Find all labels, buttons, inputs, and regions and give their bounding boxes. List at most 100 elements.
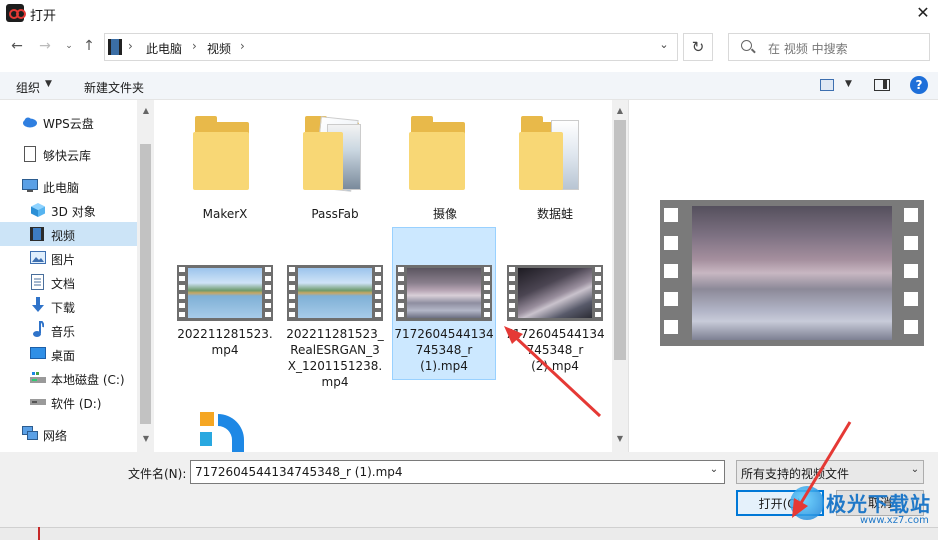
video-folder-icon [108,39,122,55]
sidebar-item-wps-cloud[interactable]: WPS云盘 [0,110,137,134]
sidebar-item-this-pc[interactable]: 此电脑 [0,174,137,198]
folder-name: PassFab [311,207,359,221]
breadcrumb-this-pc[interactable]: 此电脑 [146,40,182,57]
title-bar [0,0,938,28]
view-options-icon[interactable] [820,79,834,91]
view-caret-icon[interactable]: ▼ [845,79,852,89]
sidebar-item-gokuai[interactable]: 够快云库 [0,142,137,166]
background-marker [38,527,40,540]
organize-caret-icon[interactable]: ▼ [45,79,52,89]
sidebar-item-pictures[interactable]: 图片 [0,246,137,270]
drive-icon [30,399,46,405]
desktop-icon [30,347,46,359]
folder-item[interactable]: 摄像 [385,108,489,226]
filetype-select[interactable]: 所有支持的视频文件 [736,460,924,484]
folder-front [519,132,563,190]
video-file-item-selected[interactable]: 7172604544134 745348_r (1).mp4 [392,227,496,380]
folder-front [193,132,249,190]
folder-item[interactable]: PassFab [283,108,387,226]
file-name-line: 202211281523. [177,327,273,341]
file-name-line: 7172604544134 [505,327,605,341]
sidebar-item-network[interactable]: 网络 [0,422,137,446]
filetype-dropdown-icon[interactable]: ⌄ [908,464,922,480]
document-icon [24,146,36,162]
watermark-logo-icon [790,486,824,520]
sidebar-item-label: 够快云库 [43,149,92,163]
folder-item[interactable]: 数据蛙 [503,108,607,226]
refresh-button[interactable]: ↻ [683,33,713,61]
video-file-item[interactable]: 7172604544134 745348_r (2).mp4 [503,228,607,380]
background-strip [0,527,938,540]
sidebar-item-drive-d[interactable]: 软件 (D:) [0,390,137,414]
sidebar-item-label: 本地磁盘 (C:) [51,373,125,387]
sidebar-item-downloads[interactable]: 下载 [0,294,137,318]
folder-name: 摄像 [432,207,457,221]
sidebar-item-label: 软件 (D:) [51,397,102,411]
file-name: 202211281523. mp4 [173,326,277,358]
sidebar-item-label: 网络 [43,429,68,443]
picture-icon [30,251,46,264]
sidebar-item-label: 3D 对象 [51,205,96,219]
close-icon[interactable]: ✕ [912,3,934,23]
file-list-scroll-thumb[interactable] [614,120,626,360]
app-file-icon[interactable] [196,410,256,452]
watermark-title: 极光下载站 [826,492,931,516]
sidebar-item-label: 文档 [51,277,76,291]
folder-front [409,132,465,190]
address-bar[interactable] [104,33,678,61]
video-file-item[interactable]: 202211281523. mp4 [173,228,277,380]
forward-arrow-icon[interactable]: → [36,38,54,56]
search-input[interactable]: 在 视频 中搜索 [768,40,848,57]
scroll-up-icon[interactable]: ▲ [614,106,626,115]
preview-thumbnail [660,200,924,346]
scroll-down-icon[interactable]: ▼ [614,434,626,443]
file-name-line: mp4 [211,343,239,357]
scroll-up-icon[interactable]: ▲ [140,106,152,115]
network-icon [22,426,38,440]
sidebar-item-videos[interactable]: 视频 [0,222,137,246]
filename-label: 文件名(N): [128,467,187,481]
download-icon [32,297,44,312]
video-file-item[interactable]: 202211281523_ RealESRGAN_3 X_1201151238.… [283,228,387,396]
chevron-right-icon[interactable]: › [240,39,245,53]
file-name: 202211281523_ RealESRGAN_3 X_1201151238.… [283,326,387,390]
file-name: 7172604544134 745348_r (1).mp4 [392,326,496,374]
up-arrow-icon[interactable]: ↑ [80,38,98,56]
film-holes [660,204,680,342]
sidebar-item-desktop[interactable]: 桌面 [0,342,137,366]
breadcrumb-videos[interactable]: 视频 [207,40,231,57]
video-icon [30,227,44,241]
filename-dropdown-icon[interactable]: ⌄ [707,464,721,480]
sidebar-scroll-thumb[interactable] [140,144,151,424]
scroll-down-icon[interactable]: ▼ [140,434,152,443]
file-name-line: 7172604544134 [394,327,494,341]
video-thumbnail [507,265,603,321]
sidebar-item-label: 音乐 [51,325,76,339]
file-name: 7172604544134 745348_r (2).mp4 [503,326,607,374]
sidebar-item-music[interactable]: 音乐 [0,318,137,342]
help-icon[interactable]: ? [910,76,928,94]
file-name-line: mp4 [321,375,349,389]
filename-input[interactable]: 7172604544134745348_r (1).mp4 [190,460,725,484]
recent-locations-chevron-icon[interactable]: ⌄ [60,41,78,59]
organize-menu[interactable]: 组织 [16,79,40,96]
address-dropdown-icon[interactable]: ⌄ [656,38,672,56]
sidebar-item-documents[interactable]: 文档 [0,270,137,294]
file-name-line: RealESRGAN_3 [290,343,380,357]
folder-name: 数据蛙 [536,207,573,221]
folder-item[interactable]: MakerX [173,108,277,226]
sidebar-item-drive-c[interactable]: 本地磁盘 (C:) [0,366,137,390]
folder-name: MakerX [202,207,248,221]
sidebar-item-3d-objects[interactable]: 3D 对象 [0,198,137,222]
sidebar-item-label: 视频 [51,229,76,243]
film-holes [900,204,920,342]
chevron-right-icon[interactable]: › [192,39,197,53]
new-folder-button[interactable]: 新建文件夹 [84,79,144,96]
back-arrow-icon[interactable]: ← [8,38,26,56]
preview-pane-icon[interactable] [874,79,890,91]
file-name-line: 745348_r [415,343,473,357]
cube-icon [31,203,45,217]
document-icon [31,274,44,290]
video-thumbnail [287,265,383,321]
chevron-right-icon[interactable]: › [128,39,133,53]
